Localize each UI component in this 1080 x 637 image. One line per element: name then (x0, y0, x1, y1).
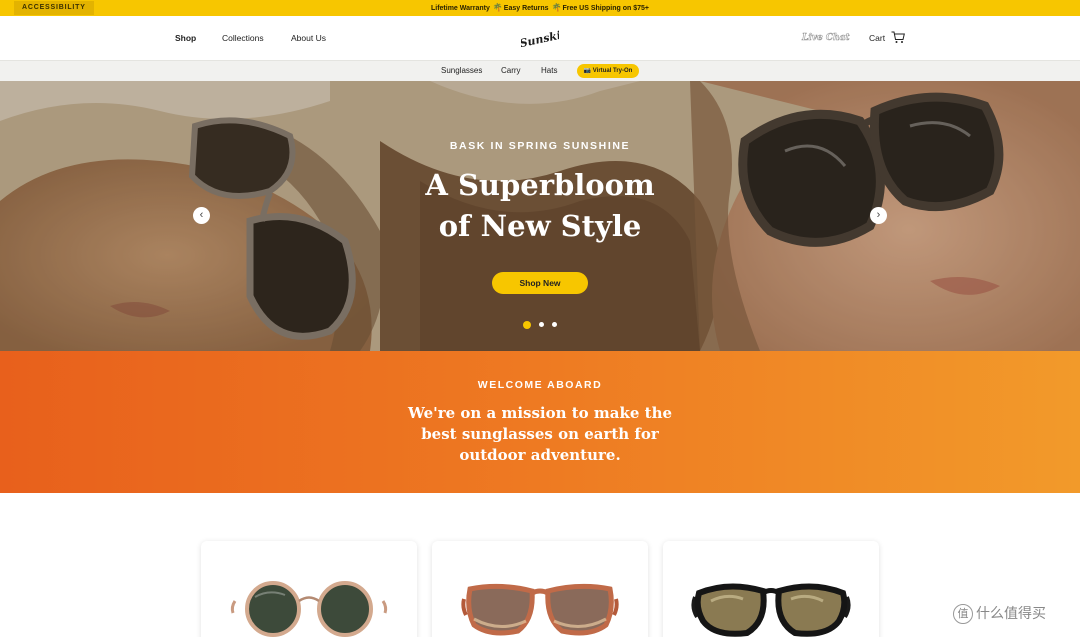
virtual-try-on-label: Virtual Try-On (592, 68, 633, 74)
nav-about-us[interactable]: About Us (291, 16, 326, 60)
palm-tree-icon: 🌴 (492, 3, 503, 12)
shop-new-button[interactable]: Shop New (492, 272, 588, 294)
nav-shop[interactable]: Shop (175, 16, 196, 60)
hero-banner: BASK IN SPRING SUNSHINE A Superbloom of … (0, 81, 1080, 351)
mission-section: WELCOME ABOARD We're on a mission to mak… (0, 351, 1080, 493)
carousel-prev-button[interactable]: ‹ (193, 207, 210, 224)
mission-statement: We're on a mission to make the best sung… (407, 404, 673, 464)
hero-title-line: of New Style (438, 209, 642, 243)
announcement-item: Lifetime Warranty (430, 5, 490, 12)
carousel-dot-2[interactable] (539, 322, 544, 327)
black-sunglasses-image (691, 583, 851, 637)
camera-icon: 📷 (583, 68, 592, 74)
announcement-item: Easy Returns (503, 5, 549, 12)
chevron-right-icon: › (876, 209, 881, 221)
announcement-text: Lifetime Warranty 🌴Easy Returns 🌴Free US… (0, 0, 1080, 17)
subnav-carry[interactable]: Carry (501, 61, 521, 81)
carousel-dot-3[interactable] (552, 322, 557, 327)
cart-icon[interactable] (891, 31, 905, 44)
announcement-item: Free US Shipping on $75+ (562, 5, 649, 12)
hero-eyebrow: BASK IN SPRING SUNSHINE (449, 140, 631, 152)
cart-link[interactable]: Cart (869, 16, 885, 60)
round-sunglasses-image (230, 581, 388, 637)
hero-title-line: A Superbloom (425, 168, 655, 202)
product-card[interactable] (201, 541, 417, 637)
virtual-try-on-button[interactable]: 📷 Virtual Try-On (577, 64, 639, 78)
carousel-dot-1[interactable] (523, 321, 531, 329)
product-card[interactable] (663, 541, 879, 637)
palm-tree-icon: 🌴 (551, 3, 562, 12)
watermark-icon: 值 (953, 604, 973, 624)
site-header: Shop Collections About Us Sunski Live Ch… (0, 16, 1080, 60)
category-subnav: Sunglasses Carry Hats 📷 Virtual Try-On (0, 60, 1080, 81)
site-watermark: 值什么值得买 (953, 603, 1046, 624)
product-grid (0, 493, 1080, 637)
nav-collections[interactable]: Collections (222, 16, 264, 60)
live-chat-link[interactable]: Live Chat (802, 16, 850, 60)
product-card[interactable] (432, 541, 648, 637)
subnav-sunglasses[interactable]: Sunglasses (441, 61, 482, 81)
chevron-left-icon: ‹ (199, 209, 204, 221)
announcement-bar: ACCESSIBILITY Lifetime Warranty 🌴Easy Re… (0, 0, 1080, 16)
carousel-next-button[interactable]: › (870, 207, 887, 224)
subnav-hats[interactable]: Hats (541, 61, 557, 81)
square-sunglasses-image (461, 583, 619, 636)
logo-text: Sunski (521, 29, 559, 50)
sunski-logo[interactable]: Sunski (521, 24, 559, 52)
watermark-text: 什么值得买 (976, 606, 1046, 622)
mission-eyebrow: WELCOME ABOARD (477, 379, 603, 391)
hero-title: A Superbloom of New Style (0, 165, 1080, 247)
